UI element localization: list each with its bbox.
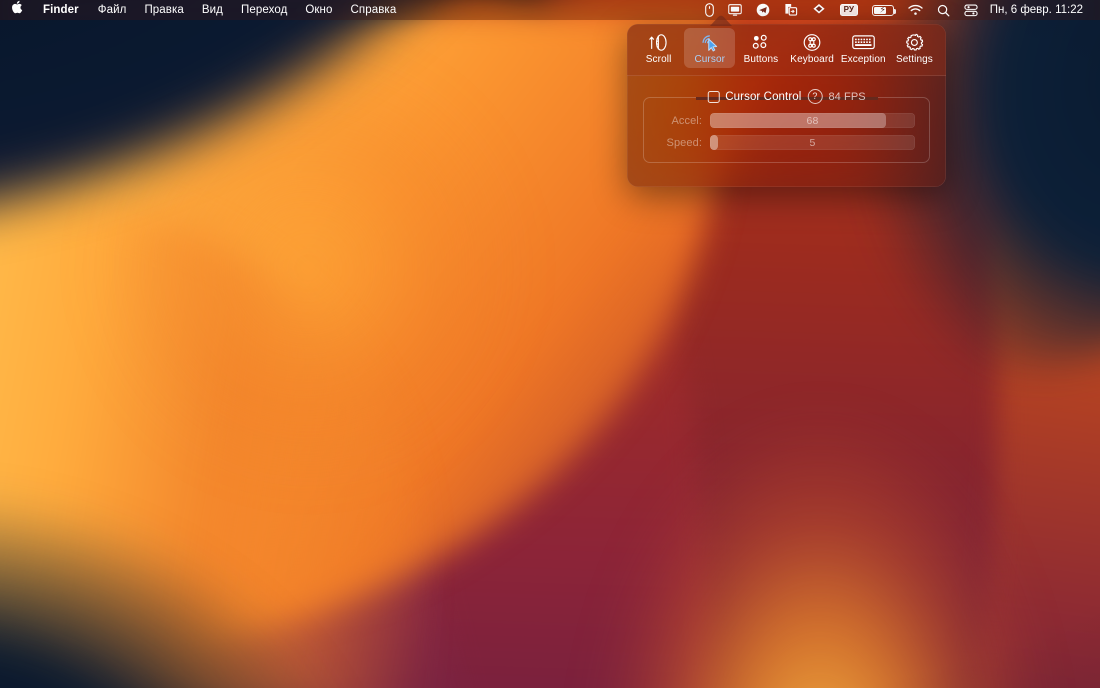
scroll-icon: [648, 32, 670, 52]
tab-label: Settings: [896, 54, 933, 65]
keyboard-layout-indicator[interactable]: РУ: [833, 0, 865, 20]
cursor-control-label: Cursor Control: [725, 91, 801, 103]
panel-body: Cursor Control ? 84 FPS Accel: 68 Speed:: [627, 76, 946, 163]
accel-label: Accel:: [658, 115, 702, 127]
cursor-control-checkbox[interactable]: [707, 91, 719, 103]
tab-label: Scroll: [646, 54, 672, 65]
help-icon[interactable]: ?: [807, 89, 822, 104]
speed-value: 5: [710, 135, 915, 150]
dropbox-icon[interactable]: [805, 0, 833, 20]
accel-row: Accel: 68: [658, 113, 915, 128]
desktop-screen: Finder Файл Правка Вид Переход Окно Спра…: [0, 0, 1100, 688]
battery-charging-icon[interactable]: ⚡: [865, 0, 901, 20]
tab-label: Cursor: [694, 54, 725, 65]
menu-finder[interactable]: Finder: [33, 0, 89, 20]
buttons-icon: [750, 32, 771, 52]
menu-go[interactable]: Переход: [232, 0, 296, 20]
keyboard-icon: [852, 32, 875, 52]
menu-file[interactable]: Файл: [89, 0, 136, 20]
accel-value: 68: [710, 113, 915, 128]
tab-exception[interactable]: Exception: [838, 28, 889, 68]
tab-label: Exception: [841, 54, 886, 65]
cursor-tap-icon: [699, 32, 720, 52]
speed-label: Speed:: [658, 137, 702, 149]
menu-help[interactable]: Справка: [342, 0, 406, 20]
keyboard-layout-label: РУ: [840, 4, 858, 16]
tab-buttons[interactable]: Buttons: [735, 28, 786, 68]
speed-slider[interactable]: 5: [710, 135, 915, 150]
menu-bar: Finder Файл Правка Вид Переход Окно Спра…: [0, 0, 1100, 20]
tab-keyboard[interactable]: Keyboard: [787, 28, 838, 68]
panel-pointer-arrow: [710, 15, 732, 26]
tab-label: Buttons: [744, 54, 779, 65]
fps-readout: 84 FPS: [828, 91, 865, 103]
tab-scroll[interactable]: Scroll: [633, 28, 684, 68]
apple-logo-icon: [11, 0, 23, 21]
menu-bar-status-area: РУ ⚡: [698, 0, 1092, 20]
gear-icon: [904, 32, 924, 52]
cursor-control-legend: Cursor Control ? 84 FPS: [699, 89, 873, 104]
control-center-icon[interactable]: [957, 0, 985, 20]
accel-slider[interactable]: 68: [710, 113, 915, 128]
panel-tab-bar: Scroll Cursor: [627, 24, 946, 76]
tab-settings[interactable]: Settings: [889, 28, 940, 68]
clock[interactable]: Пн, 6 февр. 11:22: [985, 4, 1092, 16]
command-key-icon: [802, 32, 822, 52]
menu-window[interactable]: Окно: [296, 0, 341, 20]
tab-cursor[interactable]: Cursor: [684, 28, 735, 68]
telegram-icon[interactable]: [749, 0, 777, 20]
speed-row: Speed: 5: [658, 135, 915, 150]
apple-menu[interactable]: [0, 0, 33, 20]
cursor-control-group: Cursor Control ? 84 FPS Accel: 68 Speed:: [643, 97, 930, 163]
tab-label: Keyboard: [790, 54, 834, 65]
cursor-control-popup-panel: Scroll Cursor: [627, 24, 946, 187]
screen-share-icon[interactable]: [777, 0, 805, 20]
wifi-icon[interactable]: [901, 0, 930, 20]
menu-edit[interactable]: Правка: [135, 0, 192, 20]
menu-bar-left: Finder Файл Правка Вид Переход Окно Спра…: [0, 0, 405, 20]
menu-view[interactable]: Вид: [193, 0, 232, 20]
search-icon[interactable]: [930, 0, 957, 20]
